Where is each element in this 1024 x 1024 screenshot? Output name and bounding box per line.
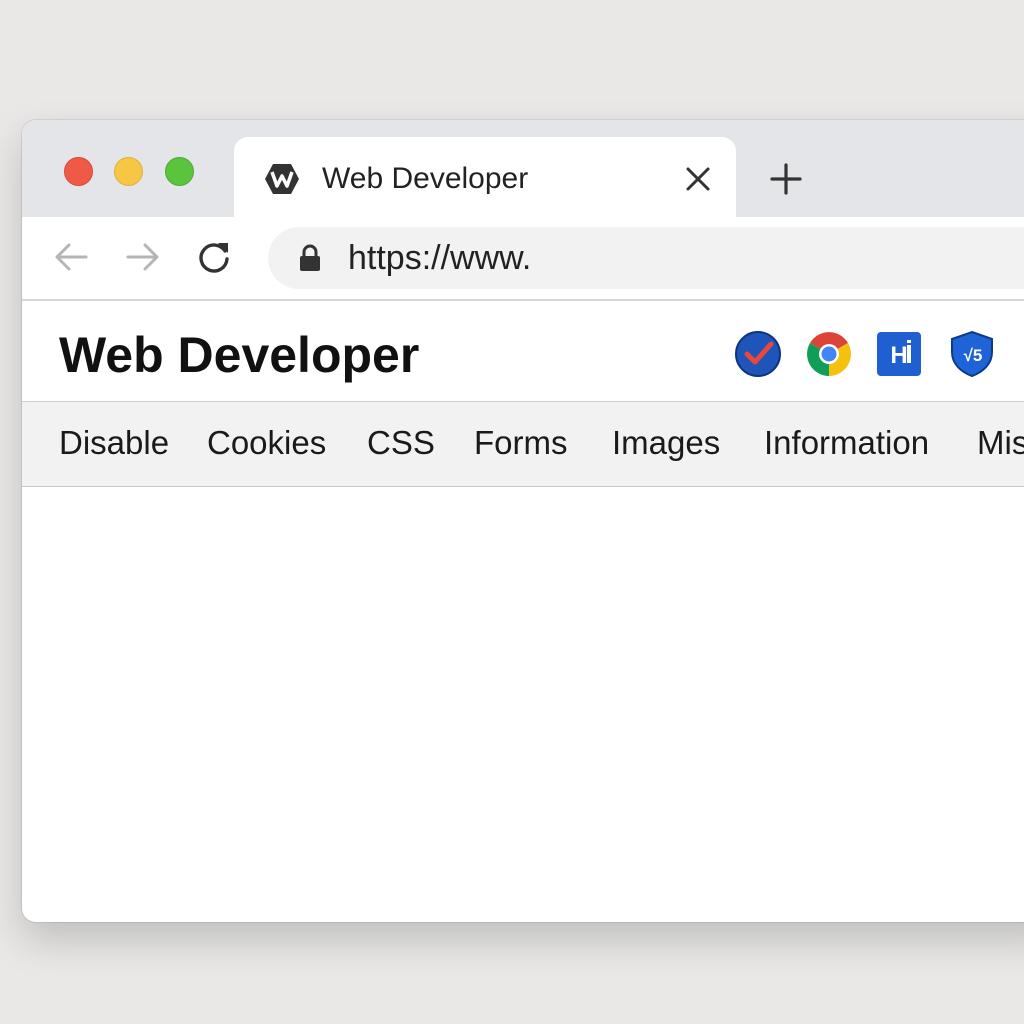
url-text[interactable]: https://www. <box>348 240 531 276</box>
chrome-icon[interactable] <box>805 330 853 378</box>
menu-item-forms[interactable]: Forms <box>474 424 568 462</box>
reload-icon[interactable] <box>194 237 234 277</box>
zoom-window-button[interactable] <box>165 157 194 186</box>
lock-icon <box>300 244 320 271</box>
close-icon[interactable] <box>682 161 714 197</box>
extension-menubar: Disable Cookies CSS Forms Images Informa… <box>22 402 1024 487</box>
check-badge-icon[interactable] <box>734 330 782 378</box>
menu-item-css[interactable]: CSS <box>367 424 435 462</box>
extension-title: Web Developer <box>59 327 420 383</box>
svg-text:√5: √5 <box>964 346 983 365</box>
plus-icon[interactable] <box>767 160 805 198</box>
browser-toolbar: https://www. <box>22 217 1024 301</box>
menu-item-images[interactable]: Images <box>612 424 720 462</box>
page-content <box>22 487 1024 922</box>
html-validator-icon[interactable]: H <box>875 330 923 378</box>
browser-window: Web Developer https://www. Web Developer… <box>22 120 1024 922</box>
menu-item-miscellaneous[interactable]: Mis <box>977 424 1024 462</box>
extension-header: Web Developer H √5 <box>22 301 1024 402</box>
tab-web-developer[interactable]: Web Developer <box>234 137 736 219</box>
svg-text:H: H <box>890 342 907 369</box>
tab-title: Web Developer <box>322 162 529 195</box>
minimize-window-button[interactable] <box>114 157 143 186</box>
arrow-left-icon[interactable] <box>52 237 92 277</box>
menu-item-information[interactable]: Information <box>764 424 929 462</box>
address-bar[interactable]: https://www. <box>268 227 1024 289</box>
close-window-button[interactable] <box>64 157 93 186</box>
web-developer-logo-icon <box>265 164 299 194</box>
menu-item-disable[interactable]: Disable <box>59 424 169 462</box>
shield-v5-icon[interactable]: √5 <box>948 330 996 378</box>
menu-item-cookies[interactable]: Cookies <box>207 424 326 462</box>
tab-strip: Web Developer <box>22 120 1024 219</box>
arrow-right-icon[interactable] <box>122 237 162 277</box>
